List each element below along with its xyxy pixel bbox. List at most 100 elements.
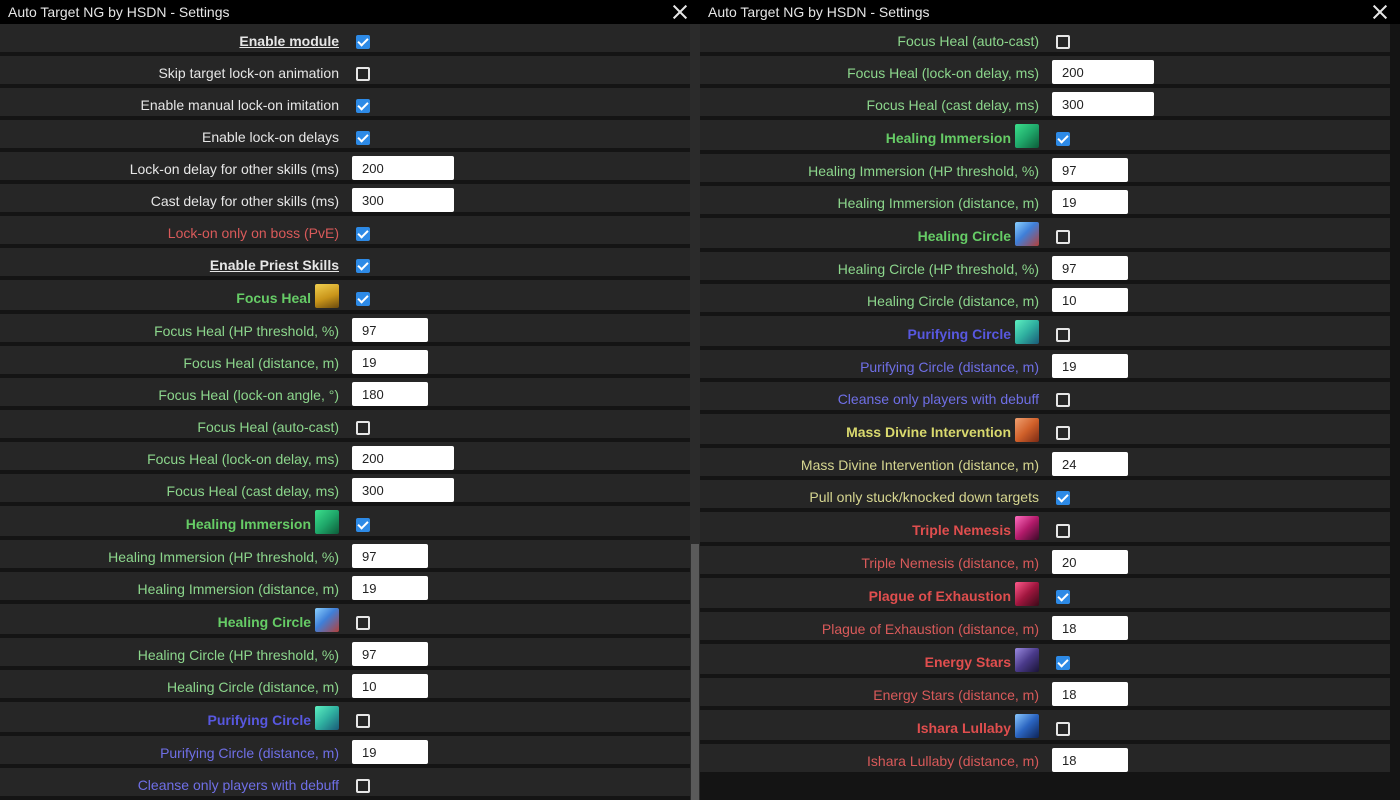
setting-label: Lock-on delay for other skills (ms) [129, 161, 339, 177]
setting-row: Healing Immersion (HP threshold, %) [0, 540, 690, 572]
setting-label: Enable lock-on delays [202, 129, 339, 145]
other-skills-cast-delay-input[interactable] [352, 188, 454, 212]
setting-row: Healing Immersion (distance, m) [0, 572, 690, 604]
healing-immersion-hp-input[interactable] [352, 544, 428, 568]
lockon-delays-checkbox[interactable] [356, 131, 370, 145]
setting-label: Healing Circle (distance, m) [867, 293, 1039, 309]
title-bar: Auto Target NG by HSDN - Settings [700, 0, 1400, 24]
cleanse-debuff-only-checkbox[interactable] [1056, 393, 1070, 407]
skip-lockon-animation-checkbox[interactable] [356, 67, 370, 81]
focus-heal-hp-input[interactable] [352, 318, 428, 342]
focus-heal-cast-delay-input[interactable] [352, 478, 454, 502]
energy-stars-distance-input[interactable] [1052, 682, 1128, 706]
skill-label: Healing Circle [917, 228, 1011, 244]
setting-row: Enable lock-on delays [0, 120, 690, 152]
focus-heal-lockon-delay-input[interactable] [1052, 60, 1154, 84]
purifying-circle-icon [315, 706, 339, 730]
healing-circle-checkbox[interactable] [356, 616, 370, 630]
focus-heal-icon [315, 284, 339, 308]
setting-row: Mass Divine Intervention (distance, m) [700, 448, 1390, 480]
enable-module-checkbox[interactable] [356, 35, 370, 49]
setting-label: Enable module [239, 33, 339, 49]
purifying-circle-distance-input[interactable] [1052, 354, 1128, 378]
close-icon[interactable] [670, 2, 690, 22]
ishara-lullaby-distance-input[interactable] [1052, 748, 1128, 772]
pull-stuck-targets-checkbox[interactable] [1056, 491, 1070, 505]
skill-row: Healing Circle [700, 218, 1390, 252]
focus-heal-cast-delay-input[interactable] [1052, 92, 1154, 116]
setting-row: Purifying Circle (distance, m) [0, 736, 690, 768]
healing-immersion-hp-input[interactable] [1052, 158, 1128, 182]
setting-row: Focus Heal (auto-cast) [700, 24, 1390, 56]
setting-label: Triple Nemesis (distance, m) [861, 555, 1039, 571]
setting-row: Purifying Circle (distance, m) [700, 350, 1390, 382]
setting-label: Plague of Exhaustion (distance, m) [821, 621, 1039, 637]
healing-immersion-icon [1015, 124, 1039, 148]
setting-row: Focus Heal (cast delay, ms) [0, 474, 690, 506]
focus-heal-autocast-checkbox[interactable] [1056, 35, 1070, 49]
skill-label: Purifying Circle [907, 326, 1011, 342]
setting-row: Focus Heal (HP threshold, %) [0, 314, 690, 346]
setting-row: Cast delay for other skills (ms) [0, 184, 690, 216]
setting-label: Healing Immersion (distance, m) [137, 581, 339, 597]
focus-heal-checkbox[interactable] [356, 292, 370, 306]
cleanse-debuff-only-checkbox[interactable] [356, 779, 370, 793]
manual-lockon-imitation-checkbox[interactable] [356, 99, 370, 113]
plague-of-exhaustion-distance-input[interactable] [1052, 616, 1128, 640]
setting-row: Ishara Lullaby (distance, m) [700, 744, 1390, 776]
setting-label: Purifying Circle (distance, m) [860, 359, 1039, 375]
setting-row: Lock-on only on boss (PvE) [0, 216, 690, 248]
healing-circle-hp-input[interactable] [1052, 256, 1128, 280]
focus-heal-angle-input[interactable] [352, 382, 428, 406]
triple-nemesis-checkbox[interactable] [1056, 524, 1070, 538]
purifying-circle-checkbox[interactable] [356, 714, 370, 728]
energy-stars-checkbox[interactable] [1056, 656, 1070, 670]
skill-label: Energy Stars [924, 654, 1011, 670]
setting-label: Focus Heal (lock-on delay, ms) [847, 65, 1039, 81]
skill-row: Triple Nemesis [700, 512, 1390, 546]
setting-row: Enable module [0, 24, 690, 56]
ishara-lullaby-icon [1015, 714, 1039, 738]
purifying-circle-checkbox[interactable] [1056, 328, 1070, 342]
healing-circle-hp-input[interactable] [352, 642, 428, 666]
healing-circle-checkbox[interactable] [1056, 230, 1070, 244]
setting-row: Cleanse only players with debuff [0, 768, 690, 800]
focus-heal-distance-input[interactable] [352, 350, 428, 374]
setting-row: Healing Circle (distance, m) [700, 284, 1390, 316]
ishara-lullaby-checkbox[interactable] [1056, 722, 1070, 736]
lockon-boss-only-checkbox[interactable] [356, 227, 370, 241]
other-skills-lockon-delay-input[interactable] [352, 156, 454, 180]
energy-stars-icon [1015, 648, 1039, 672]
healing-immersion-checkbox[interactable] [356, 518, 370, 532]
setting-row: Triple Nemesis (distance, m) [700, 546, 1390, 578]
skill-label: Purifying Circle [207, 712, 311, 728]
setting-label: Healing Immersion (HP threshold, %) [108, 549, 339, 565]
setting-row: Healing Circle (HP threshold, %) [0, 638, 690, 670]
skill-row: Healing Circle [0, 604, 690, 638]
setting-label: Enable manual lock-on imitation [140, 97, 339, 113]
triple-nemesis-distance-input[interactable] [1052, 550, 1128, 574]
setting-row: Enable Priest Skills [0, 248, 690, 280]
scrollbar-thumb[interactable] [691, 544, 699, 800]
healing-circle-distance-input[interactable] [352, 674, 428, 698]
setting-label: Cast delay for other skills (ms) [150, 193, 339, 209]
setting-label: Healing Circle (HP threshold, %) [137, 647, 339, 663]
healing-immersion-distance-input[interactable] [1052, 190, 1128, 214]
skill-row: Energy Stars [700, 644, 1390, 678]
setting-row: Healing Immersion (HP threshold, %) [700, 154, 1390, 186]
healing-circle-icon [315, 608, 339, 632]
healing-circle-distance-input[interactable] [1052, 288, 1128, 312]
purifying-circle-distance-input[interactable] [352, 740, 428, 764]
focus-heal-lockon-delay-input[interactable] [352, 446, 454, 470]
focus-heal-autocast-checkbox[interactable] [356, 421, 370, 435]
mass-divine-intervention-checkbox[interactable] [1056, 426, 1070, 440]
scrollbar[interactable] [690, 24, 700, 800]
plague-of-exhaustion-checkbox[interactable] [1056, 590, 1070, 604]
healing-immersion-distance-input[interactable] [352, 576, 428, 600]
mass-divine-intervention-distance-input[interactable] [1052, 452, 1128, 476]
setting-label: Healing Immersion (HP threshold, %) [808, 163, 1039, 179]
enable-priest-skills-checkbox[interactable] [356, 259, 370, 273]
healing-immersion-checkbox[interactable] [1056, 132, 1070, 146]
healing-immersion-icon [315, 510, 339, 534]
close-icon[interactable] [1370, 2, 1390, 22]
